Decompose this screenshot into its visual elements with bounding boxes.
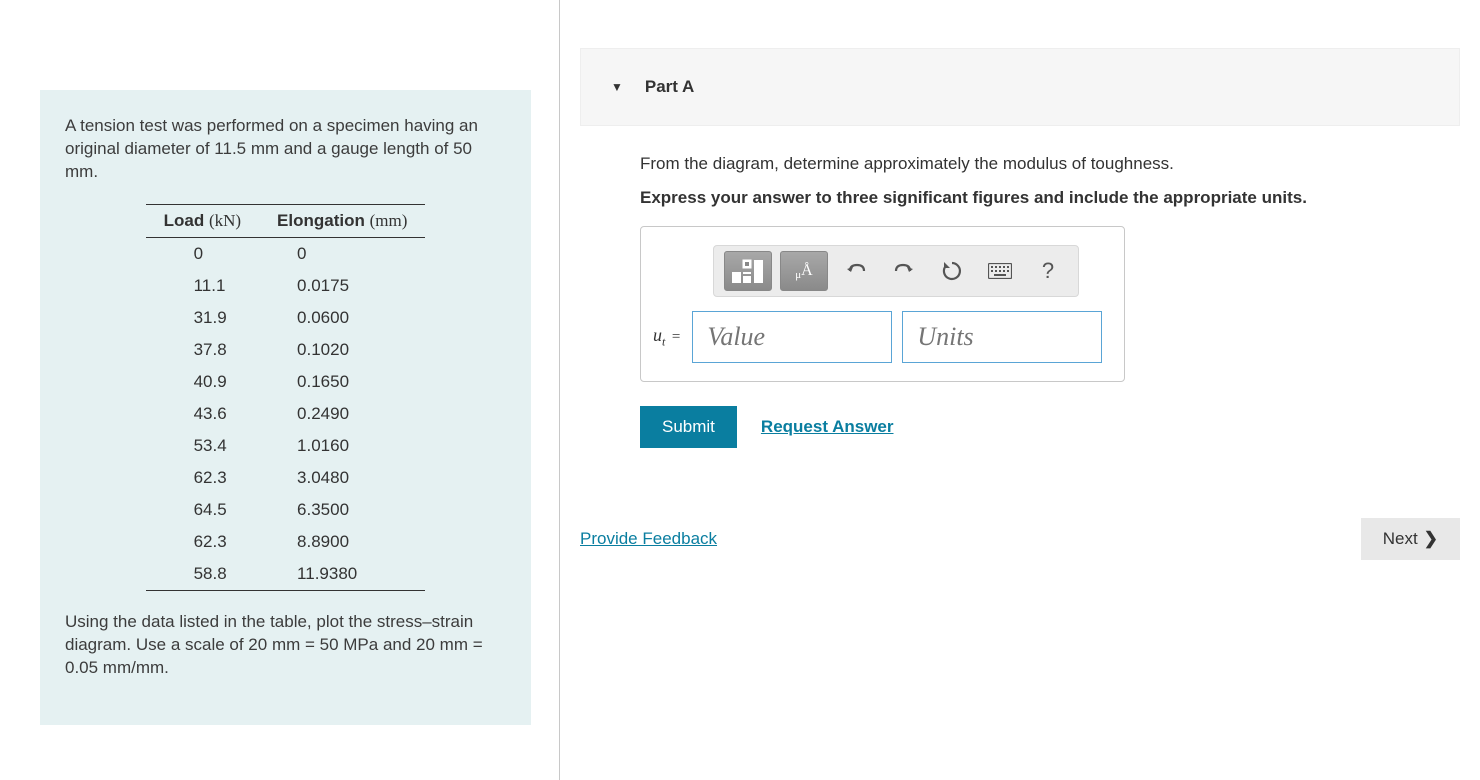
col-header-elongation: Elongation (mm) — [259, 204, 425, 237]
problem-panel: A tension test was performed on a specim… — [0, 0, 560, 780]
part-body: From the diagram, determine approximatel… — [580, 126, 1460, 448]
action-row: Submit Request Answer — [640, 406, 1426, 448]
cell-load: 64.5 — [146, 494, 259, 526]
collapse-icon[interactable]: ▼ — [611, 80, 623, 94]
answer-instruction: Express your answer to three significant… — [640, 188, 1426, 208]
template-button[interactable] — [724, 251, 772, 291]
problem-box: A tension test was performed on a specim… — [40, 90, 531, 725]
cell-elongation: 0.1650 — [259, 366, 425, 398]
problem-instruction: Using the data listed in the table, plot… — [65, 611, 506, 680]
cell-elongation: 0.2490 — [259, 398, 425, 430]
table-row: 40.90.1650 — [146, 366, 426, 398]
col-header-load: Load (kN) — [146, 204, 259, 237]
cell-load: 58.8 — [146, 558, 259, 591]
table-row: 43.60.2490 — [146, 398, 426, 430]
table-body: 0011.10.017531.90.060037.80.102040.90.16… — [146, 237, 426, 590]
table-row: 62.38.8900 — [146, 526, 426, 558]
cell-load: 53.4 — [146, 430, 259, 462]
cell-elongation: 0.0600 — [259, 302, 425, 334]
reset-button[interactable] — [932, 251, 972, 291]
help-button[interactable]: ? — [1028, 251, 1068, 291]
table-row: 31.90.0600 — [146, 302, 426, 334]
cell-load: 62.3 — [146, 462, 259, 494]
units-button[interactable]: μÅ — [780, 251, 828, 291]
part-title: Part A — [645, 77, 694, 97]
data-table: Load (kN) Elongation (mm) 0011.10.017531… — [146, 204, 426, 591]
cell-load: 40.9 — [146, 366, 259, 398]
cell-elongation: 0 — [259, 237, 425, 270]
answer-panel: ▼ Part A From the diagram, determine app… — [560, 0, 1480, 780]
provide-feedback-link[interactable]: Provide Feedback — [580, 529, 717, 549]
table-row: 37.80.1020 — [146, 334, 426, 366]
cell-elongation: 3.0480 — [259, 462, 425, 494]
cell-elongation: 0.1020 — [259, 334, 425, 366]
value-input[interactable] — [692, 311, 892, 363]
next-button[interactable]: Next ❯ — [1361, 518, 1460, 560]
table-row: 58.811.9380 — [146, 558, 426, 591]
cell-load: 43.6 — [146, 398, 259, 430]
request-answer-link[interactable]: Request Answer — [761, 417, 894, 437]
cell-load: 0 — [146, 237, 259, 270]
problem-intro: A tension test was performed on a specim… — [65, 115, 506, 184]
part-header[interactable]: ▼ Part A — [580, 48, 1460, 126]
answer-box: μÅ ? ut = — [640, 226, 1125, 382]
cell-load: 11.1 — [146, 270, 259, 302]
footer-row: Provide Feedback Next ❯ — [580, 518, 1460, 560]
answer-row: ut = — [653, 311, 1102, 363]
variable-label: ut = — [653, 325, 682, 350]
table-row: 62.33.0480 — [146, 462, 426, 494]
cell-elongation: 1.0160 — [259, 430, 425, 462]
answer-toolbar: μÅ ? — [713, 245, 1079, 297]
cell-load: 37.8 — [146, 334, 259, 366]
chevron-right-icon: ❯ — [1424, 529, 1438, 549]
cell-load: 62.3 — [146, 526, 259, 558]
keyboard-button[interactable] — [980, 251, 1020, 291]
undo-button[interactable] — [836, 251, 876, 291]
cell-elongation: 6.3500 — [259, 494, 425, 526]
cell-load: 31.9 — [146, 302, 259, 334]
units-input[interactable] — [902, 311, 1102, 363]
cell-elongation: 0.0175 — [259, 270, 425, 302]
cell-elongation: 11.9380 — [259, 558, 425, 591]
submit-button[interactable]: Submit — [640, 406, 737, 448]
table-row: 64.56.3500 — [146, 494, 426, 526]
cell-elongation: 8.8900 — [259, 526, 425, 558]
question-text: From the diagram, determine approximatel… — [640, 154, 1426, 174]
table-row: 11.10.0175 — [146, 270, 426, 302]
table-row: 00 — [146, 237, 426, 270]
redo-button[interactable] — [884, 251, 924, 291]
table-row: 53.41.0160 — [146, 430, 426, 462]
